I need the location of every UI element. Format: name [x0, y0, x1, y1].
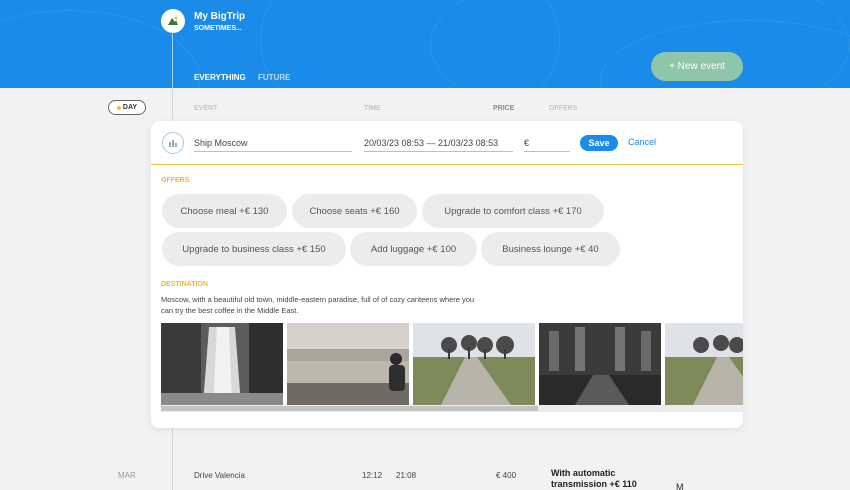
sort-price-column[interactable]: PRICE	[493, 105, 514, 112]
offer-choose-seats[interactable]: Choose seats +€ 160	[292, 194, 417, 228]
offer-comfort-class[interactable]: Upgrade to comfort class +€ 170	[422, 194, 604, 228]
destination-photos	[161, 323, 743, 405]
destination-value: Ship Moscow	[194, 138, 248, 148]
event-date: MAR	[118, 471, 136, 480]
event-more: M	[676, 482, 684, 490]
scrollbar-thumb[interactable]	[161, 406, 538, 411]
event-time-end: 21:08	[396, 471, 417, 480]
ship-icon	[169, 140, 177, 147]
active-dot-icon	[116, 105, 121, 110]
new-event-button[interactable]: + New event	[651, 52, 743, 81]
event-time-start: 12:12	[362, 471, 383, 480]
save-button[interactable]: Save	[580, 135, 618, 151]
edit-event-form: Ship Moscow 20/03/23 08:53 — 21/03/23 08…	[151, 121, 743, 428]
event-title: Drive Valencia	[194, 471, 245, 480]
sort-time-column[interactable]: TIME	[364, 105, 381, 112]
event-type-toggle[interactable]	[162, 132, 184, 154]
filter-everything[interactable]: EVERYTHING	[194, 73, 246, 82]
event-price: € 400	[496, 471, 517, 480]
filter-future[interactable]: FUTURE	[258, 73, 290, 82]
app-subtitle: SOMETIMES...	[194, 25, 242, 32]
destination-photo	[413, 323, 535, 405]
destination-photo	[287, 323, 409, 405]
price-value: €	[524, 138, 530, 148]
sort-event-column[interactable]: EVENT	[194, 105, 217, 112]
mountain-logo-icon	[161, 9, 185, 33]
offer-choose-meal[interactable]: Choose meal +€ 130	[162, 194, 287, 228]
destination-input[interactable]: Ship Moscow	[194, 135, 352, 152]
destination-title: DESTINATION	[161, 281, 208, 288]
time-value: 20/03/23 08:53 — 21/03/23 08:53	[364, 138, 499, 148]
price-input[interactable]: €	[524, 135, 570, 152]
photos-scrollbar[interactable]	[161, 405, 743, 412]
offer-business-lounge[interactable]: Business lounge +€ 40	[481, 232, 620, 266]
offers-title: OFFERS	[161, 177, 190, 184]
offer-business-class[interactable]: Upgrade to business class +€ 150	[162, 232, 346, 266]
offer-add-luggage[interactable]: Add luggage +€ 100	[350, 232, 477, 266]
sort-day-label: DAY	[122, 104, 138, 111]
cancel-button[interactable]: Cancel	[628, 137, 656, 147]
sort-day-button[interactable]: DAY	[108, 100, 146, 115]
sort-offers-column[interactable]: OFFERS	[549, 105, 577, 112]
app-title: My BigTrip	[194, 11, 246, 22]
destination-photo	[161, 323, 283, 405]
edit-form-header: Ship Moscow 20/03/23 08:53 — 21/03/23 08…	[151, 121, 743, 165]
destination-description: Moscow, with a beautiful old town, middl…	[161, 295, 475, 315]
time-input[interactable]: 20/03/23 08:53 — 21/03/23 08:53	[364, 135, 513, 152]
event-offer-line: With automatic	[551, 468, 616, 478]
destination-photo	[539, 323, 661, 405]
destination-photo	[665, 323, 743, 405]
event-offer-line: transmission +€ 110	[551, 479, 637, 489]
